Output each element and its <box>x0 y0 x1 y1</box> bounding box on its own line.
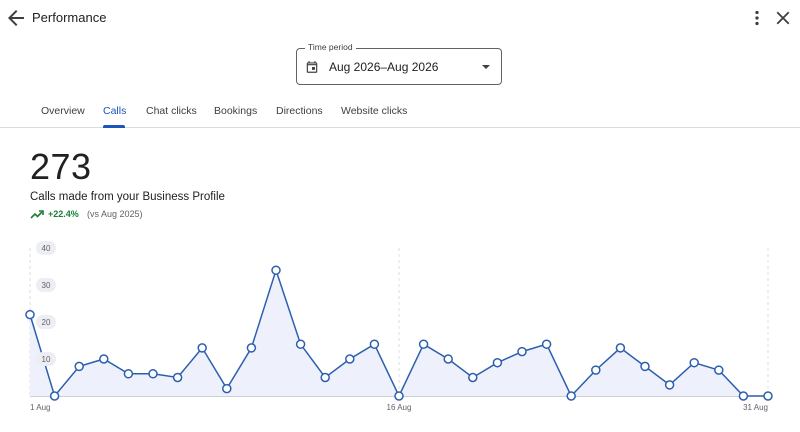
data-point[interactable] <box>591 365 601 375</box>
calls-chart: 40 30 20 10 1 Aug 16 Aug 31 Aug <box>25 241 773 412</box>
data-point[interactable] <box>74 361 84 372</box>
svg-text:40: 40 <box>42 244 51 253</box>
time-period-label: Time period <box>305 42 356 52</box>
data-point[interactable] <box>394 391 404 401</box>
x-tick-label: 31 Aug <box>743 403 768 412</box>
data-point[interactable] <box>25 309 35 320</box>
tab-website-clicks[interactable]: Website clicks <box>341 105 407 117</box>
data-point[interactable] <box>738 391 749 401</box>
change-percent: +22.4% <box>48 209 79 219</box>
data-point[interactable] <box>99 354 109 364</box>
data-point[interactable] <box>49 391 60 401</box>
time-period-select[interactable]: Time period Aug 2026–Aug 2026 <box>296 42 502 85</box>
data-point[interactable] <box>320 372 330 383</box>
close-icon[interactable] <box>772 6 794 30</box>
data-point[interactable] <box>123 369 134 379</box>
data-point[interactable] <box>345 354 355 364</box>
y-tick-label: 30 <box>36 278 56 292</box>
data-point[interactable] <box>689 357 699 368</box>
y-tick-label: 40 <box>36 241 56 255</box>
svg-text:10: 10 <box>42 355 51 364</box>
y-tick-label: 10 <box>36 352 56 366</box>
data-point[interactable] <box>418 339 429 349</box>
data-point[interactable] <box>566 391 576 401</box>
data-point[interactable] <box>468 372 478 383</box>
svg-text:30: 30 <box>42 281 51 290</box>
tab-chat-clicks[interactable]: Chat clicks <box>146 105 197 117</box>
data-point[interactable] <box>197 343 207 353</box>
tab-bar: Overview Calls Chat clicks Bookings Dire… <box>0 96 800 128</box>
data-point[interactable] <box>517 346 527 357</box>
data-point[interactable] <box>615 343 626 353</box>
x-tick-label: 16 Aug <box>387 403 412 412</box>
tab-calls[interactable]: Calls <box>103 105 126 117</box>
data-point[interactable] <box>763 391 773 401</box>
more-vert-icon[interactable] <box>746 6 768 30</box>
x-tick-label: 1 Aug <box>30 403 50 412</box>
top-bar: Performance <box>0 0 800 36</box>
tab-bookings[interactable]: Bookings <box>214 105 257 117</box>
active-tab-indicator <box>103 125 125 128</box>
tab-directions[interactable]: Directions <box>276 105 323 117</box>
data-point[interactable] <box>172 372 183 383</box>
page-title: Performance <box>32 10 107 25</box>
metric-description: Calls made from your Business Profile <box>30 191 225 203</box>
data-point[interactable] <box>271 265 281 275</box>
data-point[interactable] <box>714 365 724 375</box>
data-point[interactable] <box>541 339 552 349</box>
data-point[interactable] <box>246 343 257 353</box>
data-point[interactable] <box>664 380 675 390</box>
data-point[interactable] <box>640 361 650 372</box>
svg-text:20: 20 <box>42 318 51 327</box>
comparison-period: (vs Aug 2025) <box>87 209 143 219</box>
arrow-back-icon[interactable] <box>4 6 28 30</box>
data-point[interactable] <box>148 369 158 379</box>
data-point[interactable] <box>222 383 232 394</box>
trending-up-icon <box>30 210 44 219</box>
data-point[interactable] <box>295 339 306 349</box>
tab-overview[interactable]: Overview <box>41 105 85 117</box>
total-calls-value: 273 <box>30 146 92 187</box>
dropdown-arrow-icon <box>482 65 490 69</box>
data-point[interactable] <box>443 354 453 364</box>
calendar-icon <box>306 61 318 73</box>
data-point[interactable] <box>369 339 380 349</box>
time-period-value: Aug 2026–Aug 2026 <box>329 60 439 74</box>
data-point[interactable] <box>492 357 503 368</box>
y-tick-label: 20 <box>36 315 56 329</box>
